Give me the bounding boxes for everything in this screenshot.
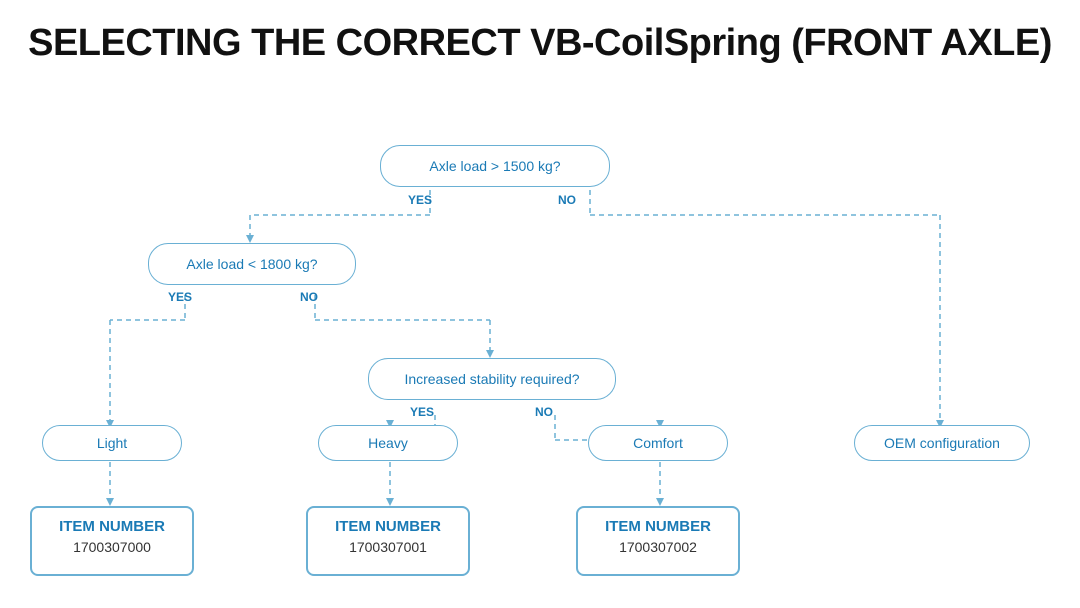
axle-1500-no: NO bbox=[558, 193, 576, 207]
oem-node: OEM configuration bbox=[854, 425, 1030, 461]
axle-1800-no: NO bbox=[300, 290, 318, 304]
axle-1800-yes: YES bbox=[168, 290, 192, 304]
item-1-label: ITEM NUMBER bbox=[322, 518, 454, 535]
axle-load-1800-node: Axle load < 1800 kg? bbox=[148, 243, 356, 285]
heavy-node: Heavy bbox=[318, 425, 458, 461]
comfort-node: Comfort bbox=[588, 425, 728, 461]
item-1-number: 1700307001 bbox=[322, 539, 454, 555]
item-0-number: 1700307000 bbox=[46, 539, 178, 555]
item-box-0: ITEM NUMBER 1700307000 bbox=[30, 506, 194, 576]
page-title: SELECTING THE CORRECT VB-CoilSpring (FRO… bbox=[0, 0, 1080, 75]
item-box-1: ITEM NUMBER 1700307001 bbox=[306, 506, 470, 576]
stability-no: NO bbox=[535, 405, 553, 419]
item-2-number: 1700307002 bbox=[592, 539, 724, 555]
item-2-label: ITEM NUMBER bbox=[592, 518, 724, 535]
axle-1500-yes: YES bbox=[408, 193, 432, 207]
stability-yes: YES bbox=[410, 405, 434, 419]
item-box-2: ITEM NUMBER 1700307002 bbox=[576, 506, 740, 576]
stability-required-node: Increased stability required? bbox=[368, 358, 616, 400]
axle-load-1500-node: Axle load > 1500 kg? bbox=[380, 145, 610, 187]
light-node: Light bbox=[42, 425, 182, 461]
diagram-area: Axle load > 1500 kg? YES NO Axle load < … bbox=[0, 85, 1080, 585]
item-0-label: ITEM NUMBER bbox=[46, 518, 178, 535]
